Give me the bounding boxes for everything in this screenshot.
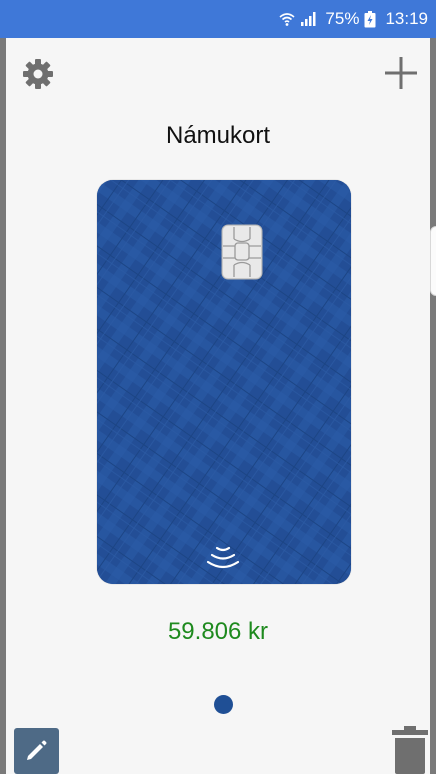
battery-percentage: 75% xyxy=(325,9,360,28)
plus-icon[interactable] xyxy=(384,56,418,90)
status-bar: 75% 13:19 xyxy=(0,0,436,38)
pencil-icon xyxy=(27,740,47,760)
payment-card[interactable] xyxy=(97,180,351,584)
contactless-icon xyxy=(203,544,243,576)
battery-icon xyxy=(364,10,376,28)
edit-button[interactable] xyxy=(14,728,59,774)
status-indicators: 75% 13:19 xyxy=(279,9,428,29)
card-title: Námukort xyxy=(165,122,271,149)
clock: 13:19 xyxy=(385,9,428,28)
gear-icon[interactable] xyxy=(22,58,54,90)
wifi-icon xyxy=(279,11,295,27)
trash-icon[interactable] xyxy=(392,726,428,774)
signal-icon xyxy=(300,11,318,27)
card-balance: 59.806 kr xyxy=(167,618,269,645)
next-card-peek[interactable] xyxy=(430,226,436,296)
page-indicator-dot xyxy=(214,695,233,714)
chip-icon xyxy=(221,224,263,280)
